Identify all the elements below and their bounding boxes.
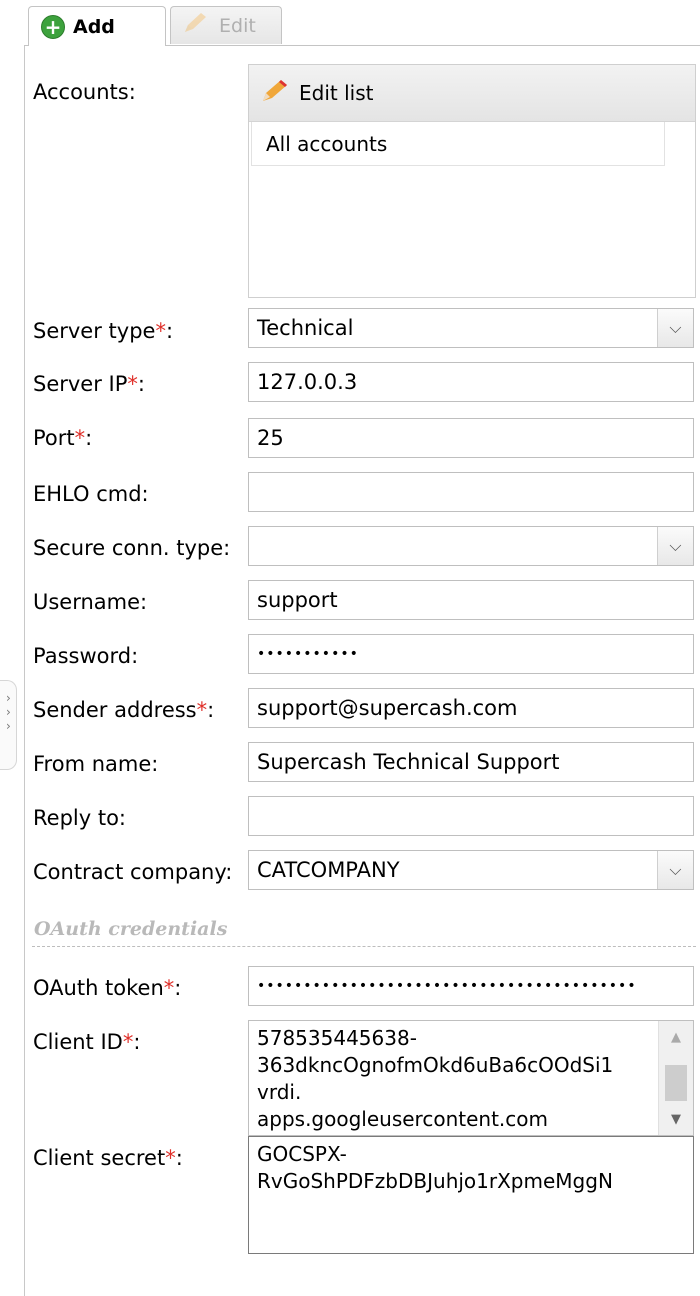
accounts-label: Accounts: [33, 80, 136, 104]
ehlo-cmd-input[interactable] [248, 472, 694, 512]
secure-conn-type-label: Secure conn. type: [33, 536, 231, 560]
scroll-down-icon[interactable]: ▼ [659, 1107, 693, 1131]
password-label: Password: [33, 644, 139, 668]
username-label: Username: [33, 590, 148, 614]
chevron-right-icon: › [6, 719, 11, 733]
client-secret-line: RvGoShPDFzbDBJuhjo1rXpmeMggN [257, 1169, 613, 1193]
password-input[interactable]: ••••••••••• [248, 634, 694, 674]
server-ip-label: Server IP*: [33, 372, 145, 396]
client-id-line: 578535445638- [257, 1026, 417, 1050]
add-icon: + [41, 14, 65, 39]
chevron-down-icon[interactable]: ⌵ [657, 309, 693, 347]
tab-edit-label: Edit [219, 14, 256, 37]
contract-company-value: CATCOMPANY [257, 858, 400, 882]
chevron-down-icon[interactable]: ⌵ [657, 527, 693, 565]
username-input[interactable]: support [248, 580, 694, 620]
pencil-icon [259, 77, 291, 110]
edit-list-label: Edit list [299, 81, 374, 105]
server-type-value: Technical [257, 316, 354, 340]
accounts-list: Edit list All accounts [248, 64, 696, 298]
client-id-textarea[interactable]: 578535445638- 363dkncOgnofmOkd6uBa6cOOdS… [248, 1020, 694, 1136]
server-ip-input[interactable]: 127.0.0.3 [248, 362, 694, 402]
port-label: Port*: [33, 426, 93, 450]
server-type-select[interactable]: Technical ⌵ [248, 308, 694, 348]
scrollbar[interactable]: ▲ ▼ [658, 1021, 693, 1135]
oauth-token-label: OAuth token*: [33, 976, 182, 1000]
client-secret-label: Client secret*: [33, 1146, 183, 1170]
tab-edit[interactable]: Edit [170, 6, 282, 44]
oauth-token-input[interactable]: ••••••••••••••••••••••••••••••••••••••••… [248, 966, 694, 1006]
reply-to-input[interactable] [248, 796, 694, 836]
client-id-line: apps.googleusercontent.com [257, 1107, 548, 1131]
contract-company-label: Contract company: [33, 860, 233, 884]
ehlo-cmd-label: EHLO cmd: [33, 482, 149, 506]
scroll-thumb[interactable] [665, 1065, 687, 1101]
pencil-icon [181, 10, 211, 41]
contract-company-select[interactable]: CATCOMPANY ⌵ [248, 850, 694, 890]
client-id-label: Client ID*: [33, 1030, 141, 1054]
section-divider [32, 946, 696, 947]
from-name-label: From name: [33, 752, 159, 776]
client-id-line: 363dkncOgnofmOkd6uBa6cOOdSi1 [257, 1053, 614, 1077]
chevron-right-icon: › [6, 691, 11, 705]
client-secret-textarea[interactable]: GOCSPX- RvGoShPDFzbDBJuhjo1rXpmeMggN [248, 1136, 694, 1254]
secure-conn-type-select[interactable]: ⌵ [248, 526, 694, 566]
reply-to-label: Reply to: [33, 806, 126, 830]
panel-border [24, 46, 25, 1296]
server-type-label: Server type*: [33, 319, 174, 343]
chevron-right-icon: › [6, 705, 11, 719]
tab-add-label: Add [73, 15, 115, 38]
client-secret-line: GOCSPX- [257, 1142, 347, 1166]
client-id-line: vrdi. [257, 1080, 302, 1104]
oauth-section-title: OAuth credentials [34, 918, 228, 940]
chevron-down-icon[interactable]: ⌵ [657, 851, 693, 889]
port-input[interactable]: 25 [248, 418, 694, 458]
list-item[interactable]: All accounts [251, 122, 665, 166]
panel-collapse-handle[interactable]: › › › [0, 680, 17, 770]
edit-list-button[interactable]: Edit list [249, 65, 695, 122]
tab-add[interactable]: + Add [28, 6, 166, 46]
from-name-input[interactable]: Supercash Technical Support [248, 742, 694, 782]
scroll-up-icon[interactable]: ▲ [659, 1025, 693, 1049]
sender-address-label: Sender address*: [33, 698, 215, 722]
sender-address-input[interactable]: support@supercash.com [248, 688, 694, 728]
